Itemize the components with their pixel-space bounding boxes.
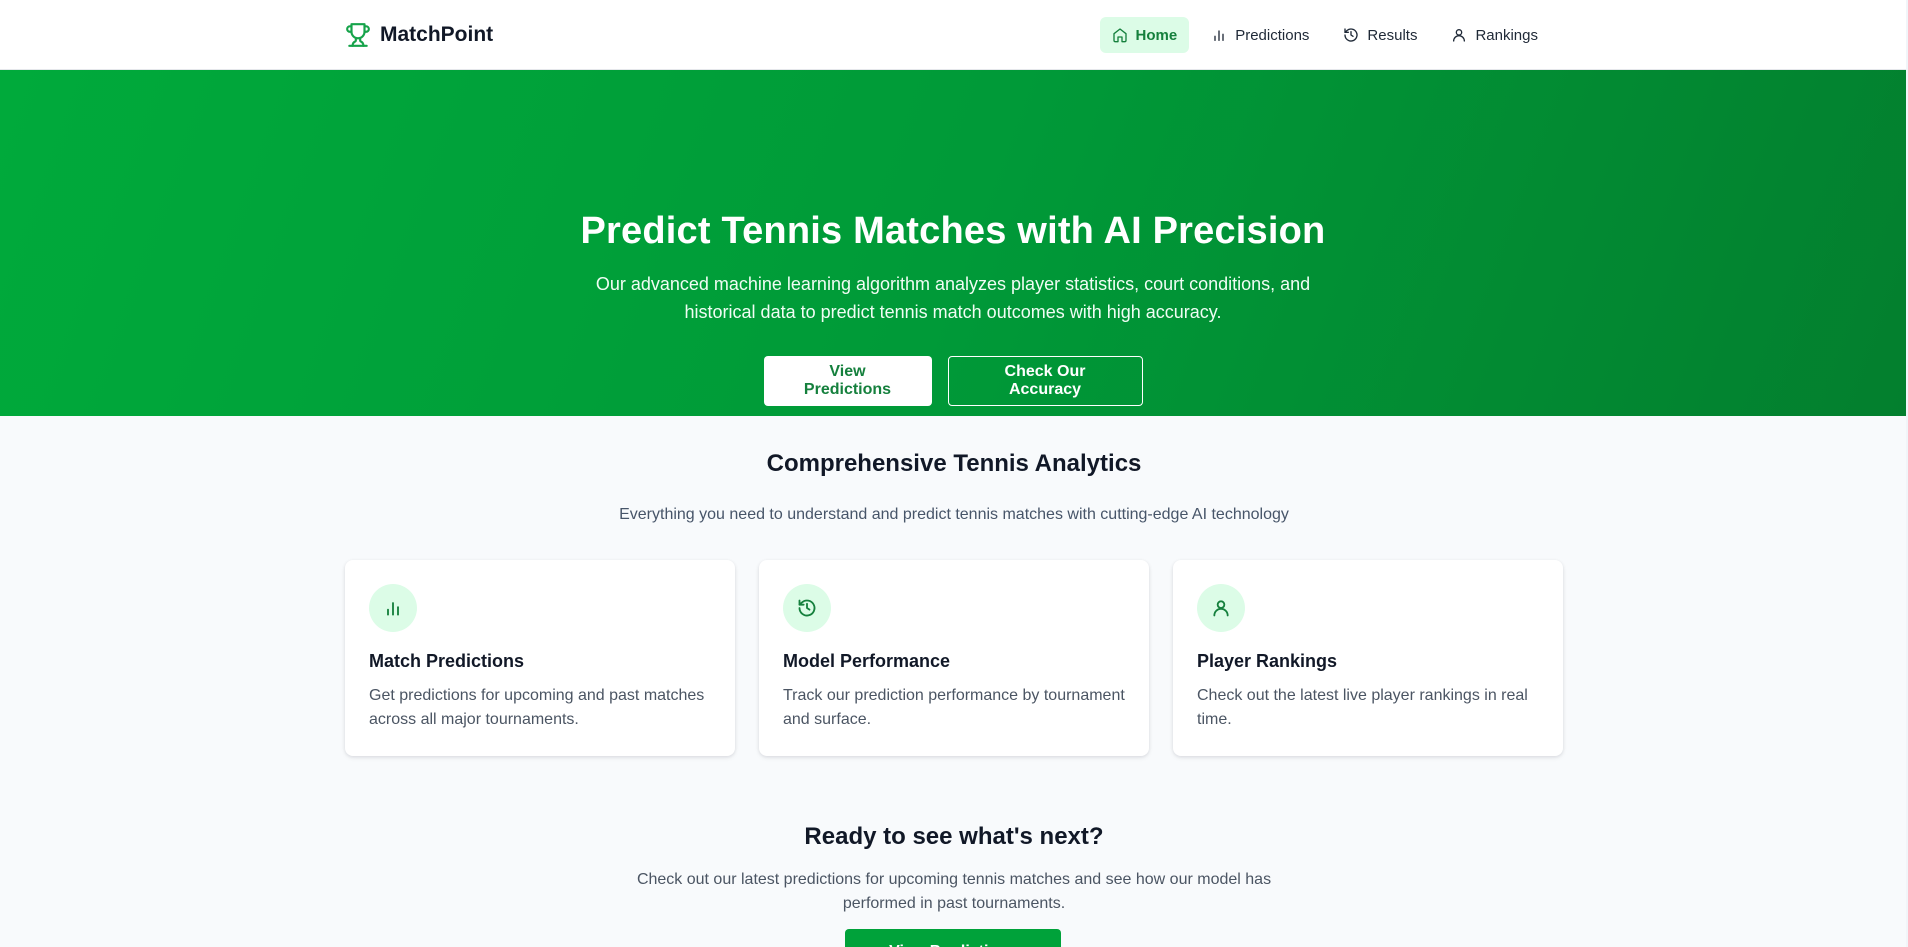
- navbar-inner: MatchPoint Home Predictions Results Rank…: [345, 0, 1562, 70]
- card-text: Get predictions for upcoming and past ma…: [369, 687, 705, 728]
- cta-title: Ready to see what's next?: [804, 823, 1104, 850]
- nav-item-label: Results: [1367, 26, 1418, 44]
- cta-description: Check out our latest predictions for upc…: [636, 871, 1272, 912]
- features-title: Comprehensive Tennis Analytics: [766, 450, 1142, 477]
- nav-item-rankings[interactable]: Rankings: [1439, 17, 1550, 53]
- cta-view-predictions-button[interactable]: View Predictions: [845, 929, 1061, 947]
- nav-item-home[interactable]: Home: [1099, 17, 1190, 53]
- feature-card-player-rankings[interactable]: Player Rankings Check out the latest liv…: [1173, 560, 1563, 756]
- history-icon: [1343, 27, 1359, 43]
- nav-item-label: Home: [1135, 26, 1178, 44]
- card-text: Check out the latest live player ranking…: [1197, 687, 1528, 728]
- view-predictions-button[interactable]: View Predictions: [763, 356, 932, 406]
- bar-chart-icon: [369, 584, 417, 632]
- bar-chart-icon: [1211, 27, 1227, 43]
- page: MatchPoint Home Predictions Results Rank…: [0, 0, 1908, 947]
- user-icon: [1451, 27, 1467, 43]
- features-subtitle: Everything you need to understand and pr…: [619, 506, 1289, 523]
- home-icon: [1112, 27, 1128, 43]
- history-icon: [783, 584, 831, 632]
- hero-title: Predict Tennis Matches with AI Precision: [580, 210, 1326, 252]
- card-title: Player Rankings: [1197, 651, 1338, 671]
- feature-cards: Match Predictions Get predictions for up…: [345, 560, 1563, 756]
- feature-card-model-performance[interactable]: Model Performance Track our prediction p…: [759, 560, 1149, 756]
- user-icon: [1197, 584, 1245, 632]
- card-title: Model Performance: [783, 651, 951, 671]
- brand-logo[interactable]: MatchPoint: [345, 21, 493, 49]
- trophy-icon: [345, 21, 371, 49]
- main-nav: Home Predictions Results Rankings: [1099, 17, 1550, 53]
- nav-item-label: Predictions: [1235, 26, 1310, 44]
- feature-card-match-predictions[interactable]: Match Predictions Get predictions for up…: [345, 560, 735, 756]
- brand-name: MatchPoint: [380, 23, 494, 46]
- nav-item-label: Rankings: [1475, 26, 1538, 44]
- hero-description: Our advanced machine learning algorithm …: [595, 274, 1311, 322]
- card-text: Track our prediction performance by tour…: [783, 687, 1125, 728]
- hero-section: Predict Tennis Matches with AI Precision…: [0, 70, 1906, 416]
- check-accuracy-button[interactable]: Check Our Accuracy: [947, 356, 1143, 406]
- card-title: Match Predictions: [369, 651, 525, 671]
- top-navbar: MatchPoint Home Predictions Results Rank…: [0, 0, 1908, 70]
- nav-item-predictions[interactable]: Predictions: [1199, 17, 1321, 53]
- hero-actions: View Predictions Check Our Accuracy: [0, 356, 1906, 406]
- nav-item-results[interactable]: Results: [1331, 17, 1429, 53]
